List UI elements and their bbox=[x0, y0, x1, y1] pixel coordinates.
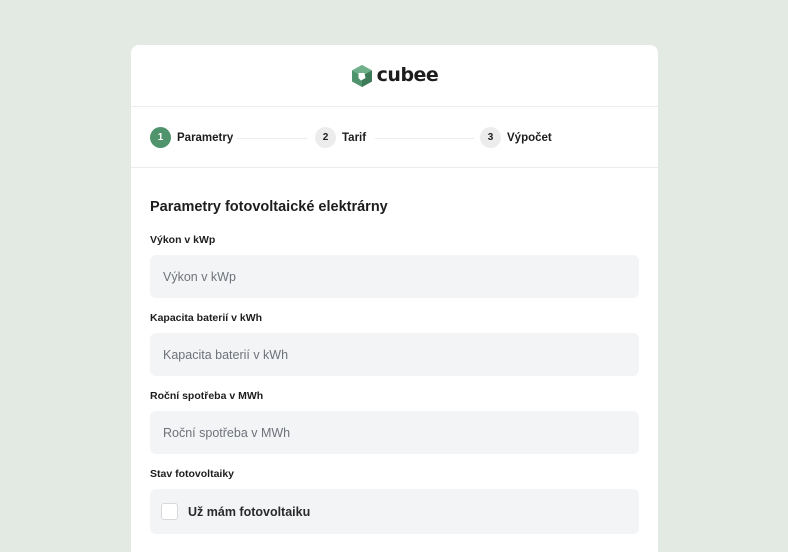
pv-status-label: Stav fotovoltaiky bbox=[150, 468, 235, 480]
battery-capacity-input[interactable] bbox=[150, 333, 639, 376]
annual-consumption-label: Roční spotřeba v MWh bbox=[150, 390, 264, 402]
power-input[interactable] bbox=[150, 255, 639, 298]
card-header: cubee bbox=[131, 45, 658, 107]
step-parametry[interactable]: 1 Parametry bbox=[150, 127, 233, 148]
cube-logo-icon bbox=[351, 64, 372, 87]
step-label: Tarif bbox=[342, 131, 367, 144]
step-vypocet[interactable]: 3 Výpočet bbox=[480, 127, 552, 148]
brand-name: cubee bbox=[376, 64, 439, 86]
page-background: cubee 1 Parametry 2 Tarif 3 Výpočet Para… bbox=[0, 0, 788, 552]
has-pv-checkbox[interactable] bbox=[161, 503, 178, 520]
step-connector bbox=[237, 138, 307, 139]
annual-consumption-input[interactable] bbox=[150, 411, 639, 454]
step-indicator: 1 Parametry 2 Tarif 3 Výpočet bbox=[131, 107, 658, 168]
form-title: Parametry fotovoltaické elektrárny bbox=[150, 199, 388, 215]
has-pv-checkbox-row[interactable]: Už mám fotovoltaiku bbox=[150, 489, 639, 534]
step-connector bbox=[375, 138, 474, 139]
cubee-logo: cubee bbox=[351, 64, 439, 88]
step-tarif[interactable]: 2 Tarif bbox=[315, 127, 366, 148]
has-pv-checkbox-label: Už mám fotovoltaiku bbox=[188, 504, 311, 519]
step-label: Parametry bbox=[177, 131, 234, 144]
field-pv-status: Stav fotovoltaiky Už mám fotovoltaiku bbox=[150, 467, 639, 534]
field-consumption: Roční spotřeba v MWh bbox=[150, 389, 639, 454]
step-label: Výpočet bbox=[507, 131, 552, 144]
parameters-form: Parametry fotovoltaické elektrárny Výkon… bbox=[131, 197, 658, 534]
battery-capacity-label: Kapacita baterií v kWh bbox=[150, 312, 263, 324]
form-card: cubee 1 Parametry 2 Tarif 3 Výpočet Para… bbox=[131, 45, 658, 552]
field-power: Výkon v kWp bbox=[150, 233, 639, 298]
field-battery: Kapacita baterií v kWh bbox=[150, 311, 639, 376]
step-number: 2 bbox=[315, 127, 336, 148]
step-number: 3 bbox=[480, 127, 501, 148]
step-number: 1 bbox=[150, 127, 171, 148]
power-label: Výkon v kWp bbox=[150, 234, 216, 246]
